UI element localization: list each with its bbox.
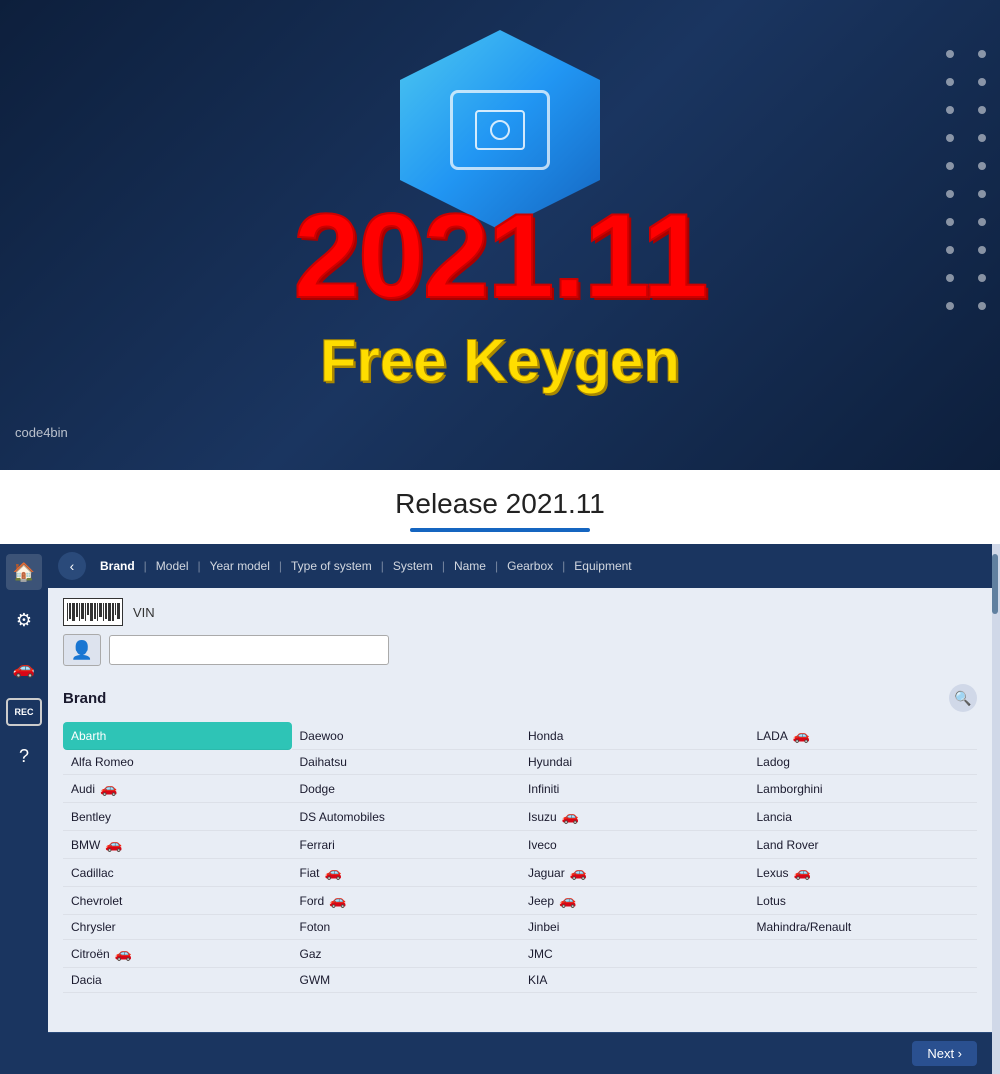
user-icon: 👤	[63, 634, 101, 666]
brand-fiat[interactable]: Fiat 🚗	[292, 859, 521, 887]
brand-chrysler[interactable]: Chrysler	[63, 915, 292, 940]
brand-empty1	[749, 940, 978, 968]
brand-abarth[interactable]: Abarth	[63, 722, 292, 750]
brand-jmc[interactable]: JMC	[520, 940, 749, 968]
release-title: Release 2021.11	[20, 488, 980, 520]
brand-alfa-romeo[interactable]: Alfa Romeo	[63, 750, 292, 775]
brand-lada[interactable]: LADA 🚗	[749, 722, 978, 750]
tab-name[interactable]: Name	[450, 557, 490, 575]
brand-section: Brand 🔍 Abarth Daewoo Honda LADA 🚗 Alfa …	[48, 676, 992, 1032]
tab-brand[interactable]: Brand	[96, 557, 139, 575]
brand-honda[interactable]: Honda	[520, 722, 749, 750]
nav-tabs: ‹ Brand | Model | Year model | Type of s…	[48, 544, 992, 588]
user-input-field[interactable]	[109, 635, 389, 665]
sidebar: 🏠 ⚙ 🚗 REC ?	[0, 544, 48, 1074]
tab-gearbox[interactable]: Gearbox	[503, 557, 557, 575]
brand-ferrari[interactable]: Ferrari	[292, 831, 521, 859]
rec-button[interactable]: REC	[6, 698, 42, 726]
brand-dacia[interactable]: Dacia	[63, 968, 292, 993]
brand-ds-automobiles[interactable]: DS Automobiles	[292, 803, 521, 831]
brand-jinbei[interactable]: Jinbei	[520, 915, 749, 940]
brand-isuzu[interactable]: Isuzu 🚗	[520, 803, 749, 831]
brand-bmw[interactable]: BMW 🚗	[63, 831, 292, 859]
dot-decoration	[946, 50, 990, 310]
brand-gaz[interactable]: Gaz	[292, 940, 521, 968]
brand-audi[interactable]: Audi 🚗	[63, 775, 292, 803]
tab-equipment[interactable]: Equipment	[570, 557, 635, 575]
brand-lamborghini[interactable]: Lamborghini	[749, 775, 978, 803]
tab-year-model[interactable]: Year model	[206, 557, 274, 575]
sidebar-help-icon[interactable]: ?	[6, 738, 42, 774]
release-underline	[410, 528, 590, 532]
right-scrollbar[interactable]	[992, 544, 1000, 1074]
brand-cadillac[interactable]: Cadillac	[63, 859, 292, 887]
bottom-nav: Next ›	[48, 1032, 992, 1074]
vin-row: VIN	[63, 598, 977, 626]
brand-jeep[interactable]: Jeep 🚗	[520, 887, 749, 915]
brand-mahindra[interactable]: Mahindra/Renault	[749, 915, 978, 940]
brand-lancia[interactable]: Lancia	[749, 803, 978, 831]
brand-ladog[interactable]: Ladog	[749, 750, 978, 775]
tab-system[interactable]: System	[389, 557, 437, 575]
keygen-label: Free Keygen	[320, 326, 680, 395]
back-button[interactable]: ‹	[58, 552, 86, 580]
brand-infiniti[interactable]: Infiniti	[520, 775, 749, 803]
tab-model[interactable]: Model	[152, 557, 193, 575]
watermark: code4bin	[15, 425, 68, 440]
brand-foton[interactable]: Foton	[292, 915, 521, 940]
brand-search-button[interactable]: 🔍	[949, 684, 977, 712]
brand-title: Brand	[63, 690, 106, 707]
tab-type-of-system[interactable]: Type of system	[287, 557, 376, 575]
sidebar-bottom: REC ?	[6, 698, 42, 784]
brand-hyundai[interactable]: Hyundai	[520, 750, 749, 775]
brand-daihatsu[interactable]: Daihatsu	[292, 750, 521, 775]
sidebar-car-icon[interactable]: 🚗	[6, 650, 42, 686]
brand-land-rover[interactable]: Land Rover	[749, 831, 978, 859]
user-input-row: 👤	[63, 634, 977, 666]
hero-section: 2021.11 Free Keygen code4bin	[0, 0, 1000, 470]
brand-gwm[interactable]: GWM	[292, 968, 521, 993]
app-container: 🏠 ⚙ 🚗 REC ? ‹ Brand | Model | Year model…	[0, 544, 1000, 1074]
vin-label: VIN	[133, 605, 155, 620]
version-number: 2021.11	[293, 196, 706, 316]
brand-daewoo[interactable]: Daewoo	[292, 722, 521, 750]
main-content: ‹ Brand | Model | Year model | Type of s…	[48, 544, 992, 1074]
brand-dodge[interactable]: Dodge	[292, 775, 521, 803]
brand-iveco[interactable]: Iveco	[520, 831, 749, 859]
brand-lexus[interactable]: Lexus 🚗	[749, 859, 978, 887]
brand-citroen[interactable]: Citroën 🚗	[63, 940, 292, 968]
brand-grid: Abarth Daewoo Honda LADA 🚗 Alfa Romeo Da…	[63, 722, 977, 993]
barcode-icon	[63, 598, 123, 626]
brand-lotus[interactable]: Lotus	[749, 887, 978, 915]
brand-ford[interactable]: Ford 🚗	[292, 887, 521, 915]
brand-jaguar[interactable]: Jaguar 🚗	[520, 859, 749, 887]
brand-header: Brand 🔍	[63, 684, 977, 712]
sidebar-settings-icon[interactable]: ⚙	[6, 602, 42, 638]
brand-bentley[interactable]: Bentley	[63, 803, 292, 831]
brand-kia[interactable]: KIA	[520, 968, 749, 993]
brand-empty2	[749, 968, 978, 993]
input-area: VIN 👤	[48, 588, 992, 676]
brand-chevrolet[interactable]: Chevrolet	[63, 887, 292, 915]
release-bar: Release 2021.11	[0, 470, 1000, 544]
scrollbar-thumb[interactable]	[992, 554, 998, 614]
app-inner: 🏠 ⚙ 🚗 REC ? ‹ Brand | Model | Year model…	[0, 544, 1000, 1074]
next-button[interactable]: Next ›	[912, 1041, 977, 1066]
sidebar-home-icon[interactable]: 🏠	[6, 554, 42, 590]
